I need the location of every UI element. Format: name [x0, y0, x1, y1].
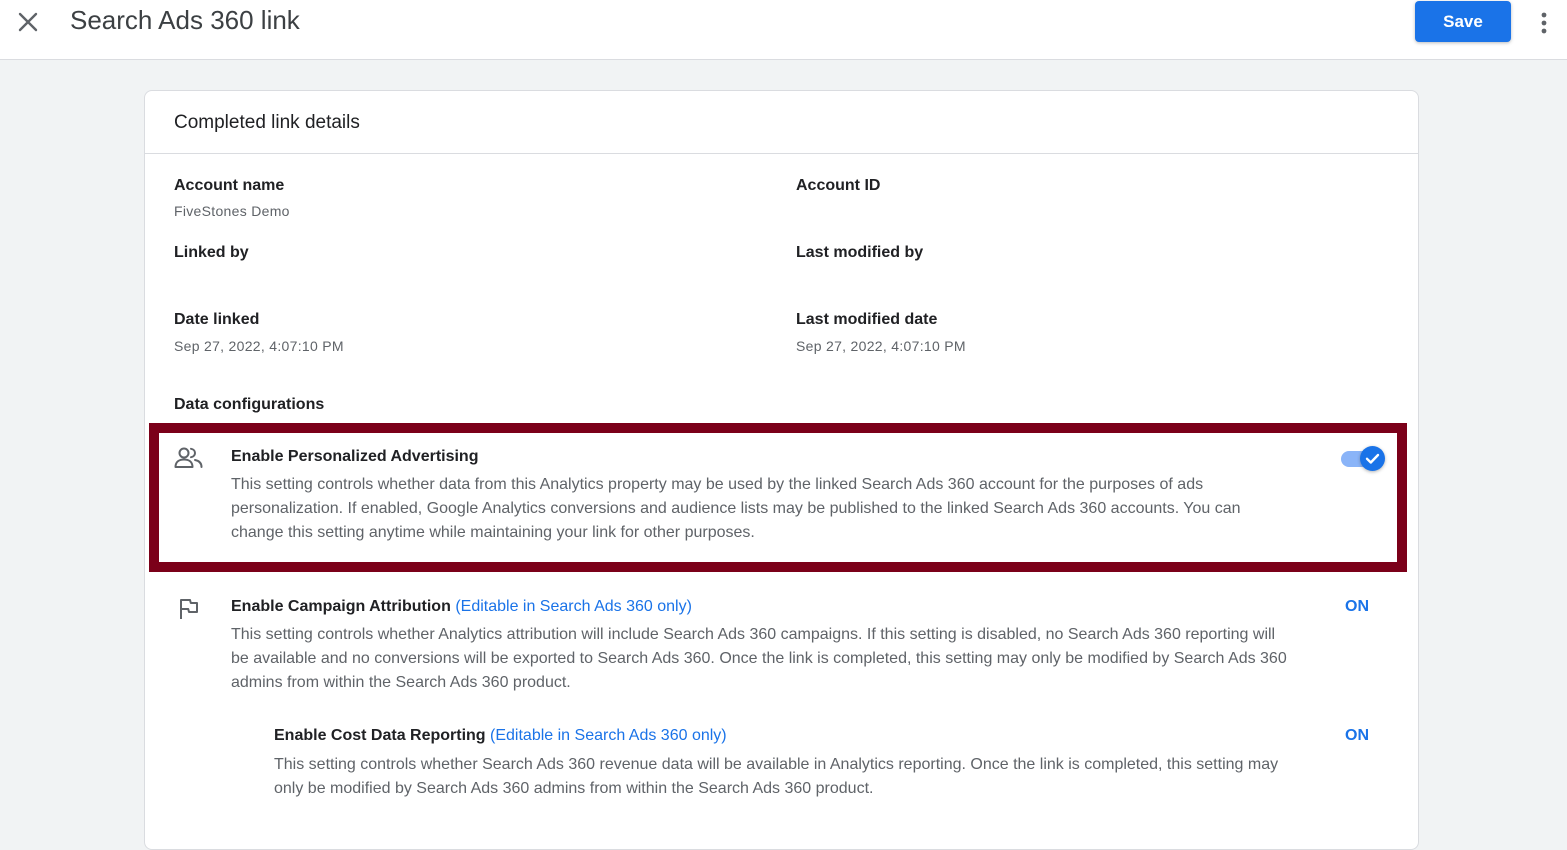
- campaign-attribution-editable-note: (Editable in Search Ads 360 only): [455, 598, 692, 615]
- campaign-attribution-status: ON: [1345, 598, 1369, 615]
- account-id-label: Account ID: [796, 177, 881, 194]
- date-linked-label: Date linked: [174, 311, 260, 328]
- close-icon[interactable]: [14, 8, 42, 36]
- account-name-label: Account name: [174, 177, 285, 194]
- flag-icon: [178, 598, 200, 625]
- date-linked-value: Sep 27, 2022, 4:07:10 PM: [174, 338, 344, 354]
- campaign-attribution-title: Enable Campaign Attribution (Editable in…: [231, 598, 692, 616]
- cost-data-reporting-editable-note: (Editable in Search Ads 360 only): [490, 727, 727, 744]
- data-configurations-heading: Data configurations: [174, 396, 325, 413]
- last-modified-date-value: Sep 27, 2022, 4:07:10 PM: [796, 338, 966, 354]
- cost-data-reporting-title: Enable Cost Data Reporting (Editable in …: [274, 727, 727, 745]
- more-vert-icon[interactable]: [1534, 10, 1554, 36]
- last-modified-date-label: Last modified date: [796, 311, 938, 328]
- page-title: Search Ads 360 link: [70, 5, 300, 35]
- cost-data-reporting-status: ON: [1345, 727, 1369, 744]
- card-header: Completed link details: [145, 91, 1418, 154]
- account-name-value: FiveStones Demo: [174, 203, 290, 219]
- card-title: Completed link details: [174, 112, 360, 133]
- last-modified-by-label: Last modified by: [796, 244, 924, 261]
- save-button[interactable]: Save: [1415, 1, 1511, 42]
- highlight-annotation-box: [149, 423, 1407, 572]
- campaign-attribution-description: This setting controls whether Analytics …: [231, 626, 1287, 691]
- cost-data-reporting-description: This setting controls whether Search Ads…: [274, 756, 1279, 797]
- campaign-attribution-title-text: Enable Campaign Attribution: [231, 598, 451, 615]
- top-app-bar: Search Ads 360 link Save: [0, 0, 1567, 60]
- linked-by-label: Linked by: [174, 244, 249, 261]
- cost-data-reporting-title-text: Enable Cost Data Reporting: [274, 727, 486, 744]
